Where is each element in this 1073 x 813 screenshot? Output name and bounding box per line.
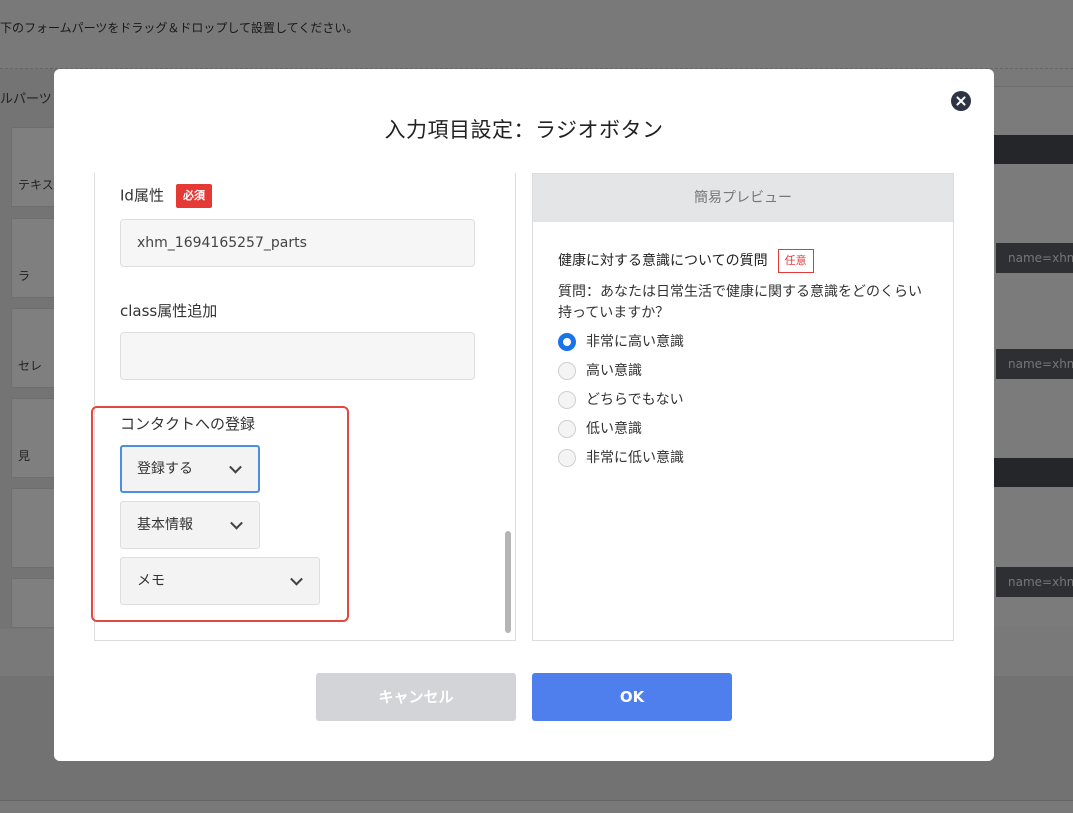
id-attribute-label-text: Id属性	[120, 186, 164, 205]
ok-button[interactable]: OK	[532, 673, 732, 721]
preview-header: 簡易プレビュー	[533, 174, 953, 222]
radio-option-label: 非常に低い意識	[586, 450, 684, 466]
radio-unchecked-icon[interactable]	[558, 391, 576, 409]
preview-question: 健康に対する意識についての質問 任意	[558, 249, 814, 273]
radio-unchecked-icon[interactable]	[558, 449, 576, 467]
preview-panel: 簡易プレビュー 健康に対する意識についての質問 任意 質問：あなたは日常生活で健康…	[532, 173, 954, 641]
class-attribute-input[interactable]	[120, 332, 475, 380]
modal-title: 入力項目設定：ラジオボタン	[384, 118, 664, 142]
radio-checked-icon[interactable]	[558, 333, 576, 351]
radio-option-label: 高い意識	[586, 363, 642, 379]
required-badge: 必須	[175, 184, 212, 208]
class-attribute-label: class属性追加	[120, 302, 218, 320]
preview-question-text: 健康に対する意識についての質問	[558, 253, 768, 269]
id-attribute-label: Id属性 必須	[120, 184, 212, 208]
id-attribute-input[interactable]: xhm_1694165257_parts	[120, 219, 475, 267]
scrollbar-thumb[interactable]	[505, 531, 511, 633]
highlight-annotation	[91, 406, 349, 622]
radio-settings-modal: 入力項目設定：ラジオボタン Id属性 必須 xhm_1694165257_part…	[54, 69, 994, 761]
preview-description: 質問：あなたは日常生活で健康に関する意識をどのくらい持っていますか？	[558, 284, 922, 321]
optional-badge: 任意	[777, 249, 814, 273]
radio-option-label: 低い意識	[586, 421, 642, 437]
radio-unchecked-icon[interactable]	[558, 362, 576, 380]
radio-option-label: どちらでもない	[586, 392, 684, 408]
cancel-button[interactable]: キャンセル	[316, 673, 516, 721]
close-icon[interactable]	[951, 91, 971, 111]
radio-option-label: 非常に高い意識	[586, 334, 684, 350]
radio-unchecked-icon[interactable]	[558, 420, 576, 438]
